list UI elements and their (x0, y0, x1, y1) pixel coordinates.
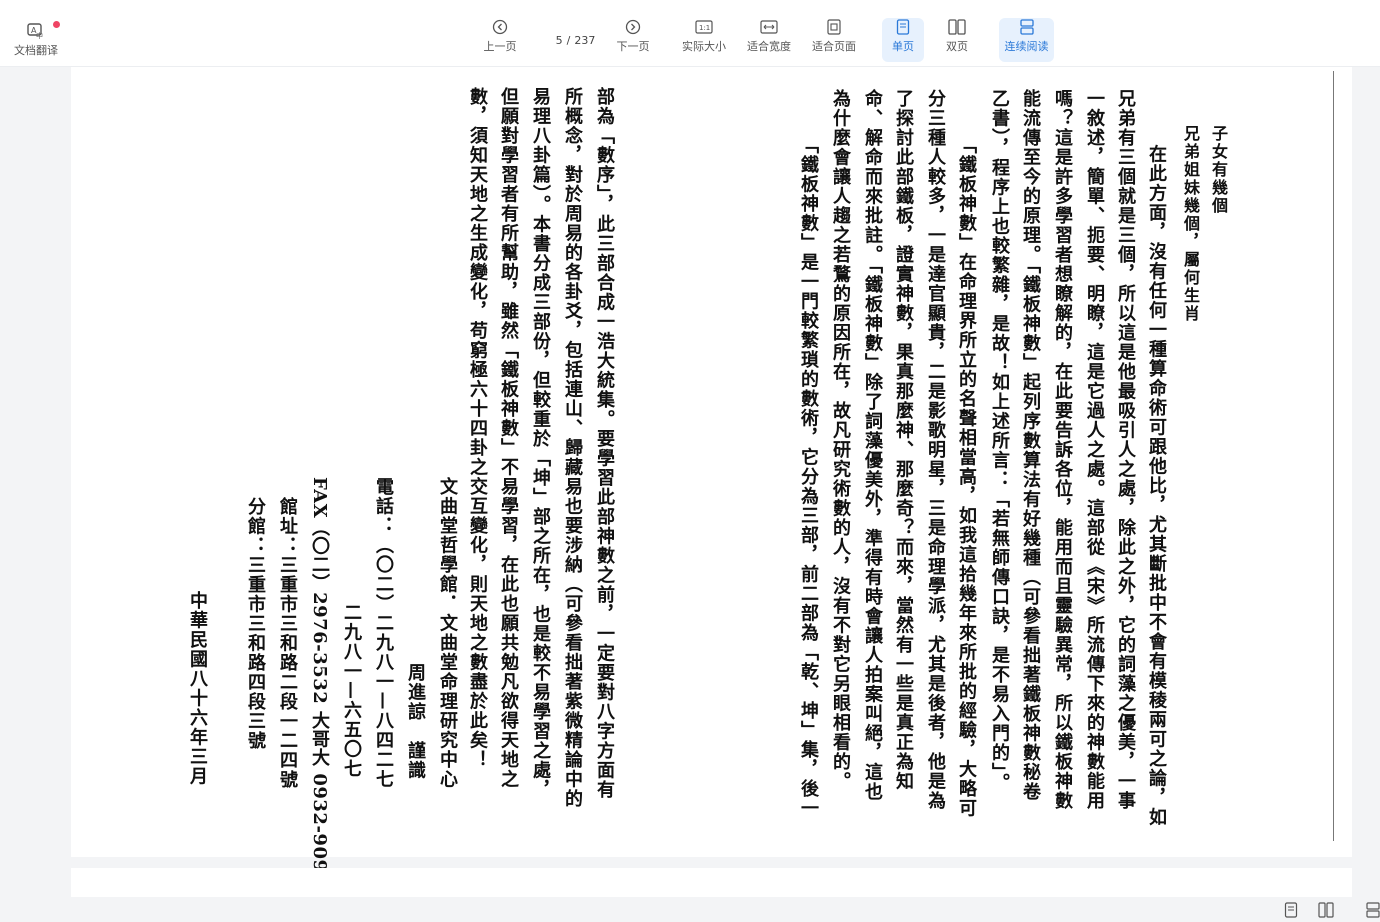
next-page-label: 下一页 (616, 40, 650, 53)
document-page: 子女有幾個 兄弟姐妹幾個，屬何生肖 在此方面，沒有任何一種算命術可跟他比，尤其斷… (71, 67, 1352, 912)
document-translate-button[interactable]: A中 文档翻译 (14, 22, 58, 66)
status-single-page-icon[interactable] (1284, 902, 1298, 922)
phone-line-1: 電話：（〇二）二九八一—八四二七 (373, 477, 394, 789)
date-line: 中華民國八十六年三月 (187, 591, 208, 786)
text-column-16: 所概念，對於周易的各卦爻，包括連山、歸藏易也要涉納（可參看拙著紫微精論中的 (562, 87, 583, 809)
continuous-read-label: 连续阅读 (1004, 40, 1049, 53)
status-double-page-icon[interactable] (1318, 902, 1334, 922)
fit-page-icon (826, 18, 842, 36)
notification-dot (53, 21, 60, 28)
toolbar: A中 文档翻译 上一页 / 237 下一页 1:1 实际大小 适合宽度 (0, 0, 1380, 67)
page-indicator: / 237 (532, 30, 606, 50)
text-column-12: 命、解命而來批註。「鐵板神數」除了詞藻優美外，準得有時會讓人拍案叫絕，這也 (862, 89, 883, 802)
text-column-5: 一敘述，簡單、扼要、明瞭，這是它過人之處。這部從《宋》所流傳下來的神數能用 (1084, 89, 1105, 811)
fit-page-label: 适合页面 (812, 40, 856, 53)
text-column-10: 分三種人較多，一是達官顯貴，二是影歌明星，三是命理學派，尤其是後者，他是為 (925, 89, 946, 811)
chevron-left-icon (492, 18, 508, 36)
vertical-scrollbar[interactable] (1352, 67, 1380, 897)
fit-width-icon (760, 18, 778, 36)
translate-icon: A中 (27, 22, 45, 40)
text-column-11: 了探討此部鐵板，證實神數，果真那麼神、那麼奇？而來，當然有一些是真正為知 (893, 89, 914, 791)
total-pages: 237 (574, 33, 596, 47)
text-column-3: 在此方面，沒有任何一種算命術可跟他比，尤其斷批中不會有模稜兩可之論，如 (1146, 125, 1167, 828)
chevron-right-icon (625, 18, 641, 36)
svg-text:1:1: 1:1 (699, 24, 710, 32)
double-page-icon (948, 18, 966, 36)
single-page-label: 单页 (892, 40, 914, 53)
page-edge-line (1333, 71, 1334, 841)
next-page-button[interactable]: 下一页 (615, 18, 651, 62)
continuous-read-icon (1019, 18, 1035, 36)
prev-page-label: 上一页 (483, 40, 517, 53)
text-column-17: 易理八卦篇）。本書分成三部份，但較重於「坤」部之所在，也是較不易學習之處， (530, 87, 551, 800)
continuous-read-button[interactable]: 连续阅读 (999, 18, 1054, 62)
text-column-4: 兄弟有三個就是三個，所以這是他最吸引人之處，除此之外，它的詞藻之優美，一事 (1115, 89, 1136, 811)
text-column-1: 子女有幾個 (1209, 125, 1228, 215)
text-column-6: 嗎？這是許多學習者想瞭解的，在此要告訴各位，能用而且靈驗異常，所以鐵板神數 (1052, 89, 1073, 811)
prev-page-button[interactable]: 上一页 (482, 18, 518, 62)
actual-size-icon: 1:1 (695, 18, 713, 36)
svg-text:中: 中 (36, 31, 43, 39)
signature-organization: 文曲堂哲學館．文曲堂命理研究中心 (437, 477, 458, 789)
address-main: 館址：三重市三和路二段一二四號 (277, 497, 298, 790)
page-separator: / (566, 33, 571, 47)
fit-width-label: 适合宽度 (747, 40, 791, 53)
address-branch: 分館：三重市三和路四段三號 (245, 497, 266, 751)
text-column-8: 乙書），程序上也較繁雜，是故！如上述所言：「若無師傳口訣，是不易入門的」。 (989, 89, 1010, 793)
text-column-7: 能流傳至今的原理。「鐵板神數」起列序數算法有好幾種（可參看拙著鐵板神數秘卷 (1020, 89, 1041, 802)
text-column-15: 部為「數序」，此三部合成一浩大統集。要學習此部神數之前，一定要對八字方面有 (594, 87, 615, 800)
text-column-19: 數，須知天地之生成變化，苟窮極六十四卦之交互變化，則天地之數盡於此矣！ (467, 87, 488, 770)
status-continuous-icon[interactable] (1366, 902, 1380, 922)
text-column-2: 兄弟姐妹幾個，屬何生肖 (1181, 125, 1200, 323)
fit-page-button[interactable]: 适合页面 (810, 18, 858, 62)
text-column-18: 但願對學習者有所幫助，雖然「鐵板神數」不易學習，在此也願共勉凡欲得天地之 (498, 87, 519, 789)
status-bar (0, 897, 1380, 922)
single-page-button[interactable]: 单页 (882, 18, 924, 62)
double-page-label: 双页 (946, 40, 968, 53)
phone-line-2: 二九八一—六五〇七 (341, 603, 362, 779)
signature-author: 周進諒 謹識 (405, 663, 426, 780)
single-page-icon (896, 18, 910, 36)
fit-width-button[interactable]: 适合宽度 (745, 18, 793, 62)
actual-size-button[interactable]: 1:1 实际大小 (680, 18, 728, 62)
actual-size-label: 实际大小 (682, 40, 726, 53)
current-page-input[interactable] (542, 33, 563, 47)
text-column-13: 為什麼會讓人趨之若鶩的原因所在，故凡研究術數的人，沒有不對它另眼相看的。 (830, 89, 851, 791)
double-page-button[interactable]: 双页 (937, 18, 977, 62)
text-column-9: 「鐵板神數」在命理界所立的名聲相當高，如我這拾幾年來所批的經驗，大略可 (956, 125, 977, 819)
fax-line: FAX（〇二）2976-3532 大哥大 0932-909379 (309, 477, 330, 912)
translate-label: 文档翻译 (14, 44, 58, 57)
text-column-14: 「鐵板神數」是一門較繁瑣的數術，它分為三部，前二部為「乾、坤」集，後一 (798, 125, 819, 819)
